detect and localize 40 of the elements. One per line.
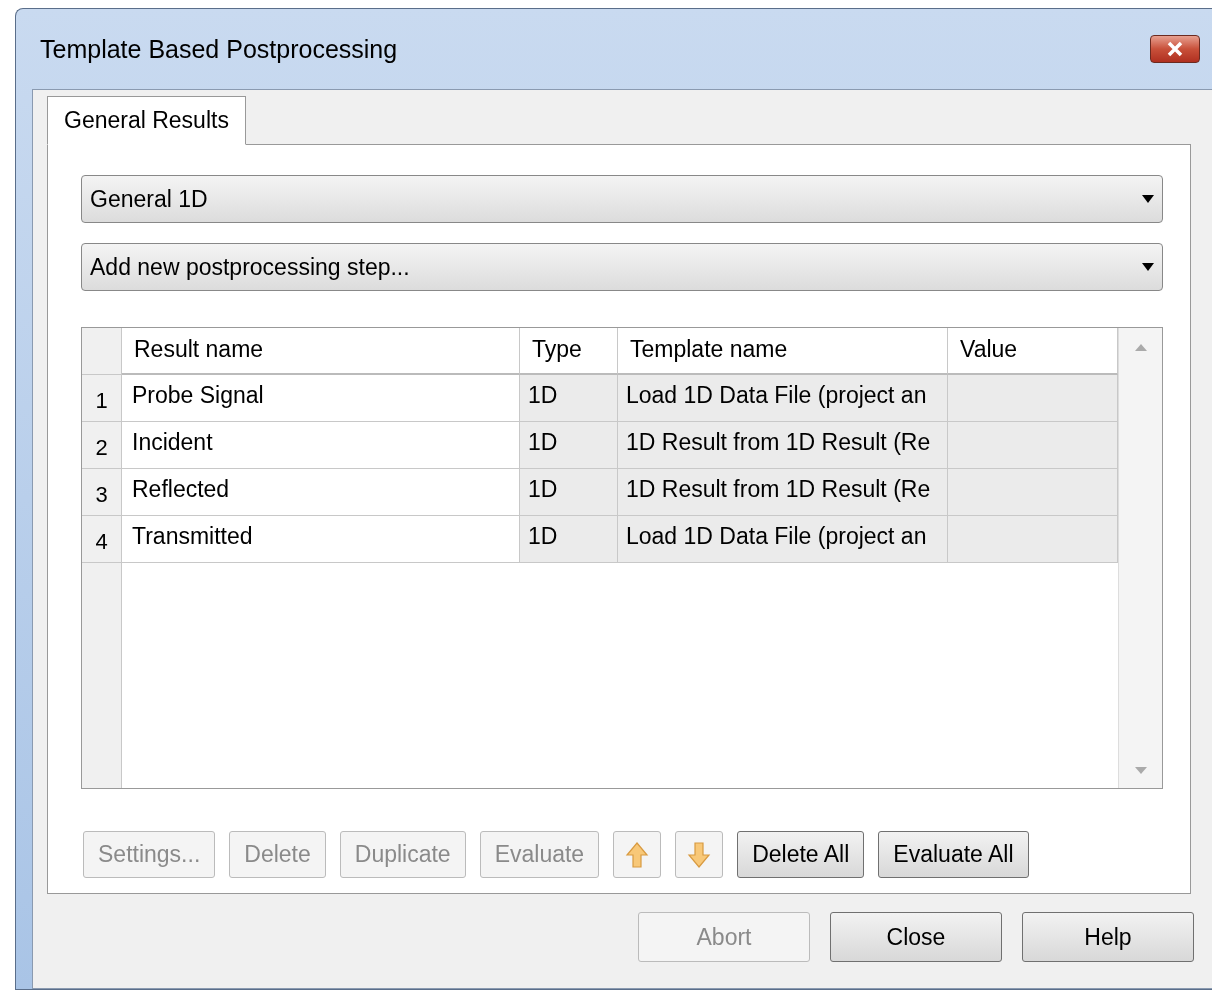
table-cell: 1D xyxy=(520,422,618,469)
column-header[interactable]: Result name xyxy=(122,328,520,375)
table-cell: Load 1D Data File (project an xyxy=(618,516,948,563)
header-corner xyxy=(82,328,122,375)
scroll-down-icon[interactable] xyxy=(1134,767,1147,774)
dropdown-value: Add new postprocessing step... xyxy=(90,253,411,281)
row-number: 2 xyxy=(82,422,122,469)
scroll-up-icon[interactable] xyxy=(1134,344,1147,351)
close-button[interactable] xyxy=(1150,35,1200,63)
down-arrow-icon xyxy=(687,840,712,869)
column-header[interactable]: Template name xyxy=(618,328,948,375)
table-cell[interactable]: Transmitted xyxy=(122,516,520,563)
action-button[interactable]: Delete All xyxy=(737,831,865,878)
row-number: 4 xyxy=(82,516,122,563)
table-cell: Load 1D Data File (project an xyxy=(618,375,948,422)
column-header[interactable]: Value xyxy=(948,328,1118,375)
up-arrow-icon xyxy=(625,840,650,869)
row-number: 1 xyxy=(82,375,122,422)
table-cell[interactable]: Probe Signal xyxy=(122,375,520,422)
table-cell: 1D xyxy=(520,375,618,422)
close-icon xyxy=(1166,41,1184,57)
action-button[interactable]: Evaluate All xyxy=(878,831,1029,878)
tab[interactable]: General Results xyxy=(47,96,246,145)
table-cell[interactable]: Reflected xyxy=(122,469,520,516)
table-cell: 1D xyxy=(520,469,618,516)
column-header[interactable]: Type xyxy=(520,328,618,375)
table-cell: 1D xyxy=(520,516,618,563)
dropdown[interactable]: General 1D xyxy=(81,175,1163,223)
table-cell[interactable]: Incident xyxy=(122,422,520,469)
dialog-button[interactable]: Help xyxy=(1022,912,1194,962)
dropdown[interactable]: Add new postprocessing step... xyxy=(81,243,1163,291)
dropdown-arrow-icon xyxy=(1142,263,1154,271)
dropdown-arrow-icon xyxy=(1142,195,1154,203)
row-number: 3 xyxy=(82,469,122,516)
dropdown-value: General 1D xyxy=(90,185,209,213)
table-cell: 1D Result from 1D Result (Re xyxy=(618,469,948,516)
dialog-button[interactable]: Close xyxy=(830,912,1002,962)
scrollbar[interactable] xyxy=(1118,328,1162,788)
window-title: Template Based Postprocessing xyxy=(40,34,399,64)
table-cell: 1D Result from 1D Result (Re xyxy=(618,422,948,469)
